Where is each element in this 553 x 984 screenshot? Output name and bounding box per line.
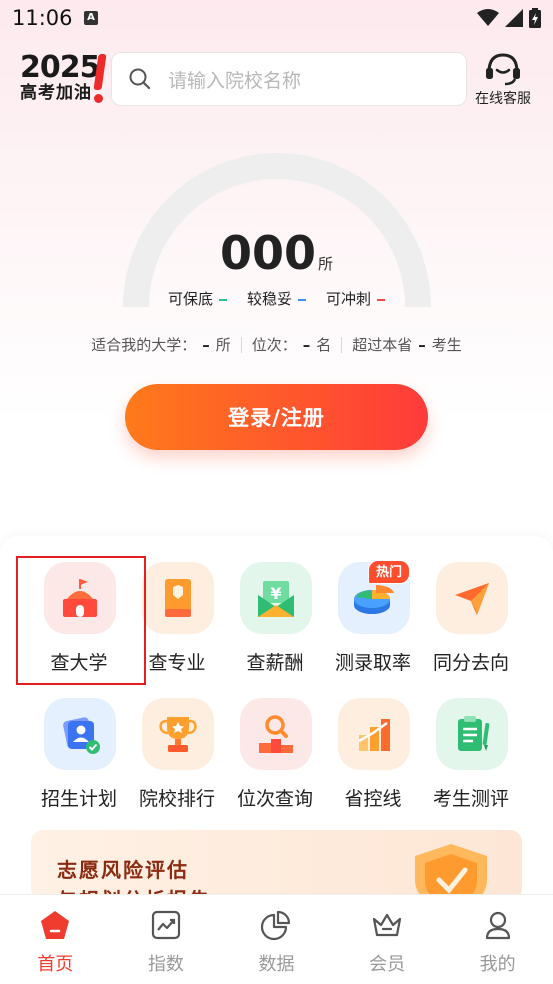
selection-highlight xyxy=(16,556,146,685)
feature-rank-query[interactable]: 位次查询 xyxy=(226,698,324,818)
app-logo: 2025 高考加油 xyxy=(20,52,110,104)
feature-control-line[interactable]: 省控线 xyxy=(324,698,422,818)
logo-exclamation-dot xyxy=(94,94,103,103)
signal-icon xyxy=(505,9,523,27)
nav-membership[interactable]: 会员 xyxy=(332,895,443,984)
feature-label: 省控线 xyxy=(344,788,402,810)
profile-icon xyxy=(485,911,510,940)
feature-admission-rate[interactable]: 热门 测录取率 xyxy=(324,560,422,682)
customer-service-button[interactable]: 在线客服 xyxy=(466,52,540,108)
feature-label: 招生计划 xyxy=(40,788,117,810)
nav-data[interactable]: 数据 xyxy=(221,895,332,984)
nav-label: 我的 xyxy=(479,954,516,975)
salary-envelope-icon: ¥ xyxy=(240,562,312,634)
login-register-button[interactable]: 登录/注册 xyxy=(125,384,428,450)
feature-label: 查薪酬 xyxy=(246,652,304,674)
index-chart-icon xyxy=(151,910,180,940)
rank-unit: 名 xyxy=(316,336,332,354)
fit-label: 适合我的大学： xyxy=(91,336,197,354)
legend-safe: 可保底 xyxy=(168,288,227,309)
nav-profile[interactable]: 我的 xyxy=(442,895,553,984)
nav-label: 会员 xyxy=(369,954,406,975)
feature-label: 院校排行 xyxy=(138,788,215,810)
feature-label: 同分去向 xyxy=(432,652,509,674)
gauge-count: 000 所 xyxy=(0,226,553,280)
search-placeholder: 请输入院校名称 xyxy=(168,69,302,92)
gauge-count-unit: 所 xyxy=(318,255,334,273)
rank-value: – xyxy=(302,335,311,354)
feature-same-score[interactable]: 同分去向 xyxy=(422,562,520,682)
feature-label: 考生测评 xyxy=(432,788,509,810)
feature-school-ranking[interactable]: 院校排行 xyxy=(128,698,226,818)
shield-icon xyxy=(415,844,487,900)
nav-label: 指数 xyxy=(147,954,184,975)
logo-year: 2025 xyxy=(20,50,100,85)
gauge-legend: 可保底 较稳妥 可冲刺 xyxy=(0,288,553,309)
enrollment-plan-icon xyxy=(44,698,116,770)
exceed-unit: 考生 xyxy=(431,336,462,354)
status-icons xyxy=(477,8,541,28)
crown-icon xyxy=(372,913,402,937)
battery-icon xyxy=(529,8,541,28)
bottom-nav: 首页 指数 数据 会员 我的 xyxy=(0,894,553,984)
trophy-icon xyxy=(142,698,214,770)
nav-index[interactable]: 指数 xyxy=(111,895,222,984)
headset-icon xyxy=(486,53,520,86)
wifi-icon xyxy=(477,9,499,26)
search-input[interactable]: 请输入院校名称 xyxy=(111,52,467,106)
home-icon xyxy=(41,911,70,939)
status-time: 11:06 xyxy=(12,6,73,30)
legend-stable: 较稳妥 xyxy=(247,288,306,309)
exceed-value: – xyxy=(418,335,426,354)
legend-reach: 可冲刺 xyxy=(326,288,386,309)
bar-chart-icon xyxy=(338,698,410,770)
stats-divider xyxy=(240,336,242,353)
notification-a-icon: A xyxy=(84,11,98,25)
book-icon xyxy=(142,562,214,634)
clipboard-icon xyxy=(436,698,508,770)
feature-label: 测录取率 xyxy=(334,652,411,674)
paper-plane-icon xyxy=(436,562,508,634)
stats-line: 适合我的大学： – 所 位次： – 名 超过本省 – 考生 xyxy=(0,334,553,355)
feature-salary[interactable]: ¥ 查薪酬 xyxy=(226,562,324,682)
fit-value: – xyxy=(202,335,210,354)
logo-slogan: 高考加油 xyxy=(20,83,92,103)
legend-safe-label: 可保底 xyxy=(167,290,213,308)
feature-label: 位次查询 xyxy=(236,788,313,810)
svg-text:¥: ¥ xyxy=(270,584,281,603)
feature-student-assessment[interactable]: 考生测评 xyxy=(422,698,520,818)
hot-badge: 热门 xyxy=(368,560,411,584)
nav-label: 数据 xyxy=(258,954,295,975)
legend-stable-dash xyxy=(298,298,306,301)
nav-label: 首页 xyxy=(37,954,74,975)
banner-title: 志愿风险评估 xyxy=(57,858,189,882)
legend-safe-dash xyxy=(218,298,227,301)
status-bar: 11:06 A xyxy=(0,0,553,36)
stats-divider xyxy=(341,336,343,353)
customer-service-label: 在线客服 xyxy=(475,91,531,107)
gauge-count-number: 000 xyxy=(219,226,316,280)
rank-search-icon xyxy=(240,698,312,770)
fit-unit: 所 xyxy=(215,336,231,354)
search-icon xyxy=(129,68,151,90)
risk-assessment-banner[interactable]: 志愿风险评估 与规划分析报告 xyxy=(31,830,522,900)
feature-enrollment-plan[interactable]: 招生计划 xyxy=(30,698,128,818)
exceed-label: 超过本省 xyxy=(352,336,413,354)
data-pie-icon xyxy=(261,910,291,941)
legend-reach-dash xyxy=(377,298,386,301)
nav-home[interactable]: 首页 xyxy=(0,895,111,984)
rank-label: 位次： xyxy=(251,336,297,354)
legend-reach-label: 可冲刺 xyxy=(326,290,372,308)
legend-stable-label: 较稳妥 xyxy=(246,290,292,308)
